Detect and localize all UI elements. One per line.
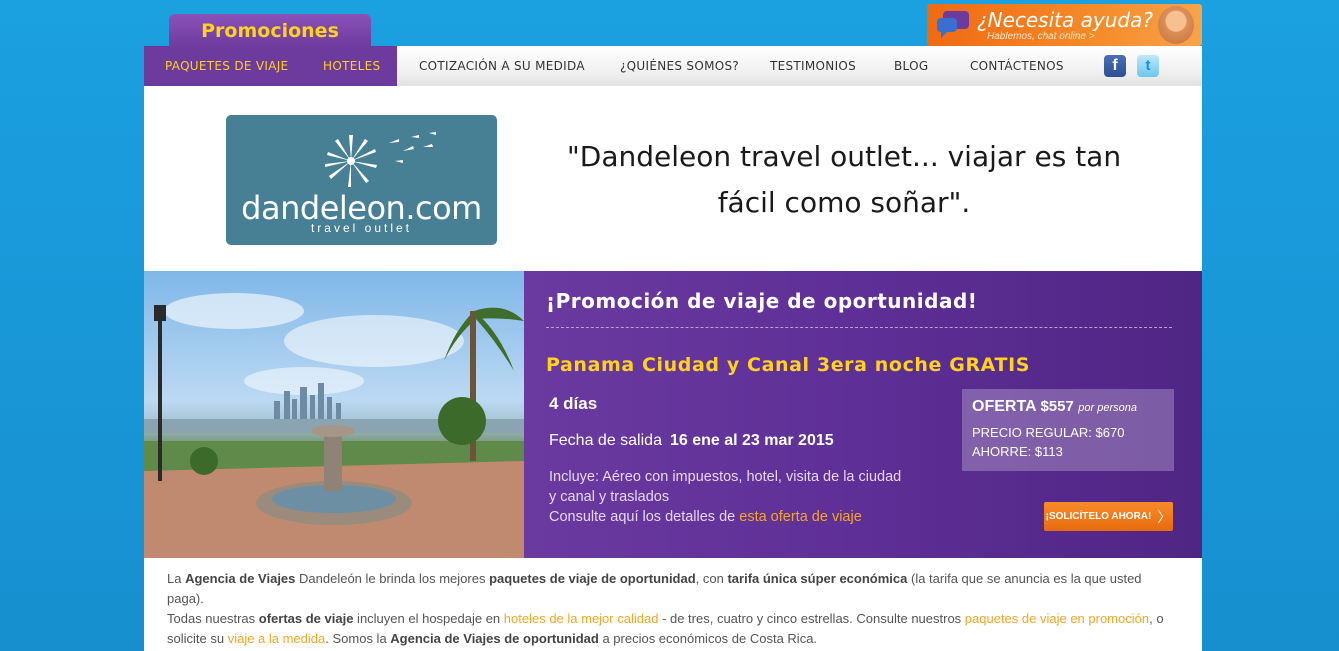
- nav-contactenos[interactable]: CONTÁCTENOS: [970, 46, 1064, 86]
- viaje-medida-link[interactable]: viaje a la medida: [228, 631, 326, 646]
- promo-section: ¡Promoción de viaje de oportunidad! Pana…: [144, 271, 1202, 558]
- text: a precios económicos de Costa Rica.: [598, 631, 818, 646]
- per-person-label: por persona: [1078, 402, 1137, 414]
- logo-tagline: travel outlet: [310, 221, 413, 235]
- regular-price: PRECIO REGULAR: $670: [972, 425, 1125, 440]
- text: incluyen el hospedaje en: [353, 611, 504, 626]
- request-now-label: ¡SOLICÍTELO AHORA!: [1045, 511, 1152, 522]
- nav-hoteles[interactable]: HOTELES: [323, 46, 380, 86]
- promociones-tab-label: Promociones: [201, 20, 339, 42]
- twitter-icon[interactable]: t: [1137, 55, 1159, 77]
- tagline-line-1: "Dandeleon travel outlet... viajar es ta…: [566, 140, 1122, 173]
- savings: AHORRE: $113: [972, 444, 1063, 459]
- text: Todas nuestras: [167, 611, 259, 626]
- main-nav: PAQUETES DE VIAJE HOTELES COTIZACIÓN A S…: [144, 46, 1202, 86]
- nav-quienes-somos[interactable]: ¿QUIÉNES SOMOS?: [620, 46, 739, 86]
- intro-content: La Agencia de Viajes Dandeleón le brinda…: [144, 558, 1202, 651]
- chevron-right-icon: 〉: [1157, 508, 1172, 525]
- request-now-button[interactable]: ¡SOLICÍTELO AHORA! 〉: [1044, 502, 1173, 531]
- departure-label: Fecha de salida: [549, 432, 662, 449]
- text: . Somos la: [325, 631, 391, 646]
- hoteles-link[interactable]: hoteles de la mejor calidad: [504, 611, 659, 626]
- details-text: Consulte aquí los detalles de esta ofert…: [549, 507, 909, 527]
- dashed-divider: [546, 327, 1172, 328]
- offer-title[interactable]: Panama Ciudad y Canal 3era noche GRATIS: [546, 354, 1030, 376]
- text: Dandeleón le brinda los mejores: [295, 571, 490, 586]
- departure-value: 16 ene al 23 mar 2015: [669, 432, 834, 449]
- facebook-icon[interactable]: f: [1104, 55, 1126, 77]
- nav-blog[interactable]: BLOG: [894, 46, 928, 86]
- site-tagline: "Dandeleon travel outlet... viajar es ta…: [564, 134, 1124, 226]
- text: La: [167, 571, 186, 586]
- bold-ofertas: ofertas de viaje: [258, 611, 354, 626]
- offer-value: $557: [1040, 398, 1074, 415]
- text: , con: [695, 571, 728, 586]
- panama-photo[interactable]: [144, 271, 524, 558]
- agent-avatar: [1158, 6, 1194, 44]
- promo-panel: ¡Promoción de viaje de oportunidad! Pana…: [524, 271, 1202, 558]
- help-subtitle: Hablemos, chat online >: [987, 31, 1095, 42]
- bold-tarifa: tarifa única súper económica: [727, 571, 908, 586]
- panama-photo-illustration: [144, 293, 524, 558]
- promociones-tab[interactable]: Promociones: [169, 14, 371, 48]
- page: Promociones ¿Necesita ayuda? Hablemos, c…: [144, 0, 1202, 651]
- dandelion-icon: [325, 132, 436, 187]
- paquetes-promocion-link[interactable]: paquetes de viaje en promoción: [965, 611, 1149, 626]
- dandeleon-logo[interactable]: dandeleon.com travel outlet: [226, 115, 497, 245]
- intro-paragraph-1: La Agencia de Viajes Dandeleón le brinda…: [167, 569, 1179, 609]
- trip-duration: 4 días: [549, 394, 598, 413]
- text: - de tres, cuatro y cinco estrellas. Con…: [658, 611, 965, 626]
- promo-heading: ¡Promoción de viaje de oportunidad!: [546, 289, 978, 313]
- includes-text: Incluye: Aéreo con impuestos, hotel, vis…: [549, 469, 902, 505]
- offer-includes: Incluye: Aéreo con impuestos, hotel, vis…: [549, 467, 909, 527]
- bold-agencia-oportunidad: Agencia de Viajes de oportunidad: [390, 631, 599, 646]
- offer-price: OFERTA $557 por persona: [972, 398, 1137, 416]
- intro-paragraph-2: Todas nuestras ofertas de viaje incluyen…: [167, 609, 1179, 649]
- chat-help-banner[interactable]: ¿Necesita ayuda? Hablemos, chat online >: [927, 4, 1202, 46]
- departure-date: Fecha de salida 16 ene al 23 mar 2015: [549, 432, 834, 450]
- nav-testimonios[interactable]: TESTIMONIOS: [770, 46, 856, 86]
- nav-paquetes-de-viaje[interactable]: PAQUETES DE VIAJE: [165, 46, 288, 86]
- offer-label: OFERTA: [972, 398, 1036, 415]
- nav-cotizacion[interactable]: COTIZACIÓN A SU MEDIDA: [419, 46, 585, 86]
- offer-details-link[interactable]: esta oferta de viaje: [739, 509, 862, 525]
- bold-paquetes: paquetes de viaje de oportunidad: [489, 571, 696, 586]
- tagline-line-2: fácil como soñar".: [717, 186, 971, 219]
- details-prefix: Consulte aquí los detalles de: [549, 509, 736, 525]
- help-title: ¿Necesita ayuda?: [977, 8, 1153, 32]
- chat-bubble-icon: [937, 11, 969, 38]
- header: dandeleon.com travel outlet "Dandeleon t…: [144, 86, 1202, 271]
- price-box: OFERTA $557 por persona PRECIO REGULAR: …: [962, 389, 1174, 471]
- bold-agencia: Agencia de Viajes: [185, 571, 296, 586]
